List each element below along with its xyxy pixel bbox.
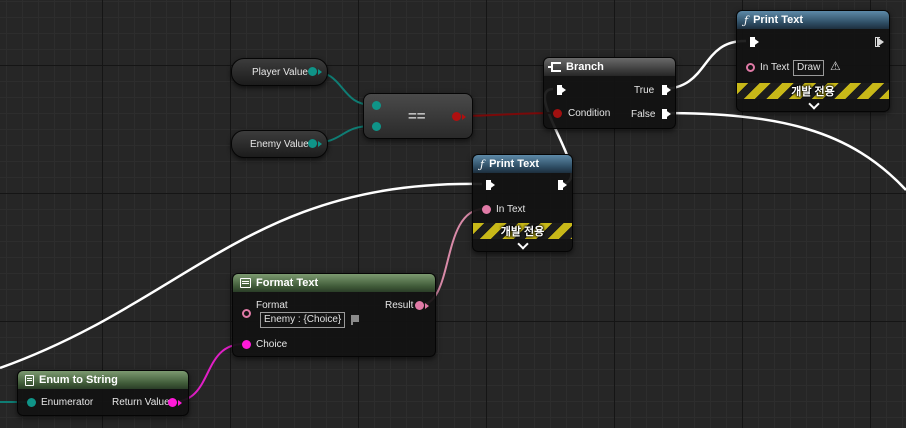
condition-pin[interactable] (553, 109, 562, 118)
condition-label: Condition (568, 108, 611, 119)
expand-chevron-icon[interactable] (808, 98, 820, 110)
equal-node[interactable]: == (363, 93, 473, 139)
enemy-value-label: Enemy Value (250, 139, 309, 150)
exec-output-pin[interactable] (558, 180, 567, 190)
dev-only-label: 개발 전용 (791, 86, 835, 98)
enum-input-b-pin[interactable] (372, 122, 381, 131)
false-label: False (631, 109, 656, 120)
pin-arrow-icon (462, 114, 466, 120)
enum-to-string-title: Enum to String (39, 374, 118, 386)
in-text-pin[interactable] (482, 205, 491, 214)
print-text-top-header: ƒ Print Text (737, 11, 889, 29)
enum-pin[interactable] (308, 139, 317, 148)
branch-node[interactable]: Branch Condition True False (543, 57, 676, 129)
result-pin[interactable] (415, 301, 424, 310)
enum-to-string-node[interactable]: Enum to String Enumerator Return Value (17, 370, 189, 416)
enum-input-a-pin[interactable] (372, 101, 381, 110)
pin-arrow-icon (318, 69, 322, 75)
in-text-label: In Text (760, 62, 790, 73)
player-value-label: Player Value (252, 67, 308, 78)
choice-pin[interactable] (242, 340, 251, 349)
exec-output-pin[interactable] (875, 37, 884, 47)
exec-input-pin[interactable] (486, 180, 495, 190)
pin-arrow-icon (425, 303, 429, 309)
print-text-mid-node[interactable]: ƒ Print Text In Text 개발 전용 (472, 154, 573, 252)
bool-output-pin[interactable] (452, 112, 461, 121)
format-label: Format (256, 300, 288, 311)
return-value-label: Return Value (112, 397, 170, 408)
format-text-header: Format Text (233, 274, 435, 292)
dev-only-label: 개발 전용 (500, 226, 545, 238)
result-label: Result (385, 300, 414, 311)
player-value-node[interactable]: Player Value (231, 58, 328, 86)
in-text-input[interactable]: Draw (793, 60, 825, 76)
equal-symbol: == (408, 108, 426, 125)
enumerator-label: Enumerator (41, 397, 94, 408)
exec-input-pin[interactable] (557, 85, 566, 95)
false-exec-pin[interactable] (662, 109, 671, 119)
print-text-top-node[interactable]: ƒ Print Text In Text Draw ⚠ 개발 전용 (736, 10, 890, 112)
branch-header: Branch (544, 58, 675, 76)
format-text-icon (240, 278, 251, 288)
branch-icon (548, 62, 561, 72)
development-only-banner: 개발 전용 (737, 83, 889, 99)
expand-chevron-icon[interactable] (517, 238, 529, 250)
enumerator-pin[interactable] (27, 398, 36, 407)
function-icon: ƒ (744, 13, 749, 27)
exec-wire-false-out (661, 111, 906, 191)
function-icon: ƒ (480, 157, 485, 171)
choice-label: Choice (256, 339, 288, 350)
document-icon (25, 374, 34, 386)
format-text-node[interactable]: Format Text Format Enemy : {Choice} Resu… (232, 273, 436, 357)
enemy-value-node[interactable]: Enemy Value (231, 130, 328, 158)
in-text-label: In Text (496, 204, 526, 215)
flag-icon[interactable] (351, 315, 359, 325)
true-label: True (634, 85, 655, 96)
format-pin[interactable] (242, 309, 251, 318)
enum-to-string-header: Enum to String (18, 371, 188, 389)
pin-arrow-icon (178, 400, 182, 406)
true-exec-pin[interactable] (662, 85, 671, 95)
pin-arrow-icon (318, 141, 322, 147)
warning-icon: ⚠ (830, 59, 841, 73)
print-text-mid-title: Print Text (489, 158, 539, 170)
print-text-mid-header: ƒ Print Text (473, 155, 572, 173)
format-input[interactable]: Enemy : {Choice} (260, 312, 346, 328)
in-text-pin[interactable] (746, 63, 755, 72)
enum-pin[interactable] (308, 67, 317, 76)
return-value-pin[interactable] (168, 398, 177, 407)
print-text-top-title: Print Text (753, 14, 803, 26)
format-text-title: Format Text (256, 277, 319, 289)
exec-input-pin[interactable] (750, 37, 759, 47)
branch-title: Branch (566, 61, 604, 73)
development-only-banner: 개발 전용 (473, 223, 572, 239)
